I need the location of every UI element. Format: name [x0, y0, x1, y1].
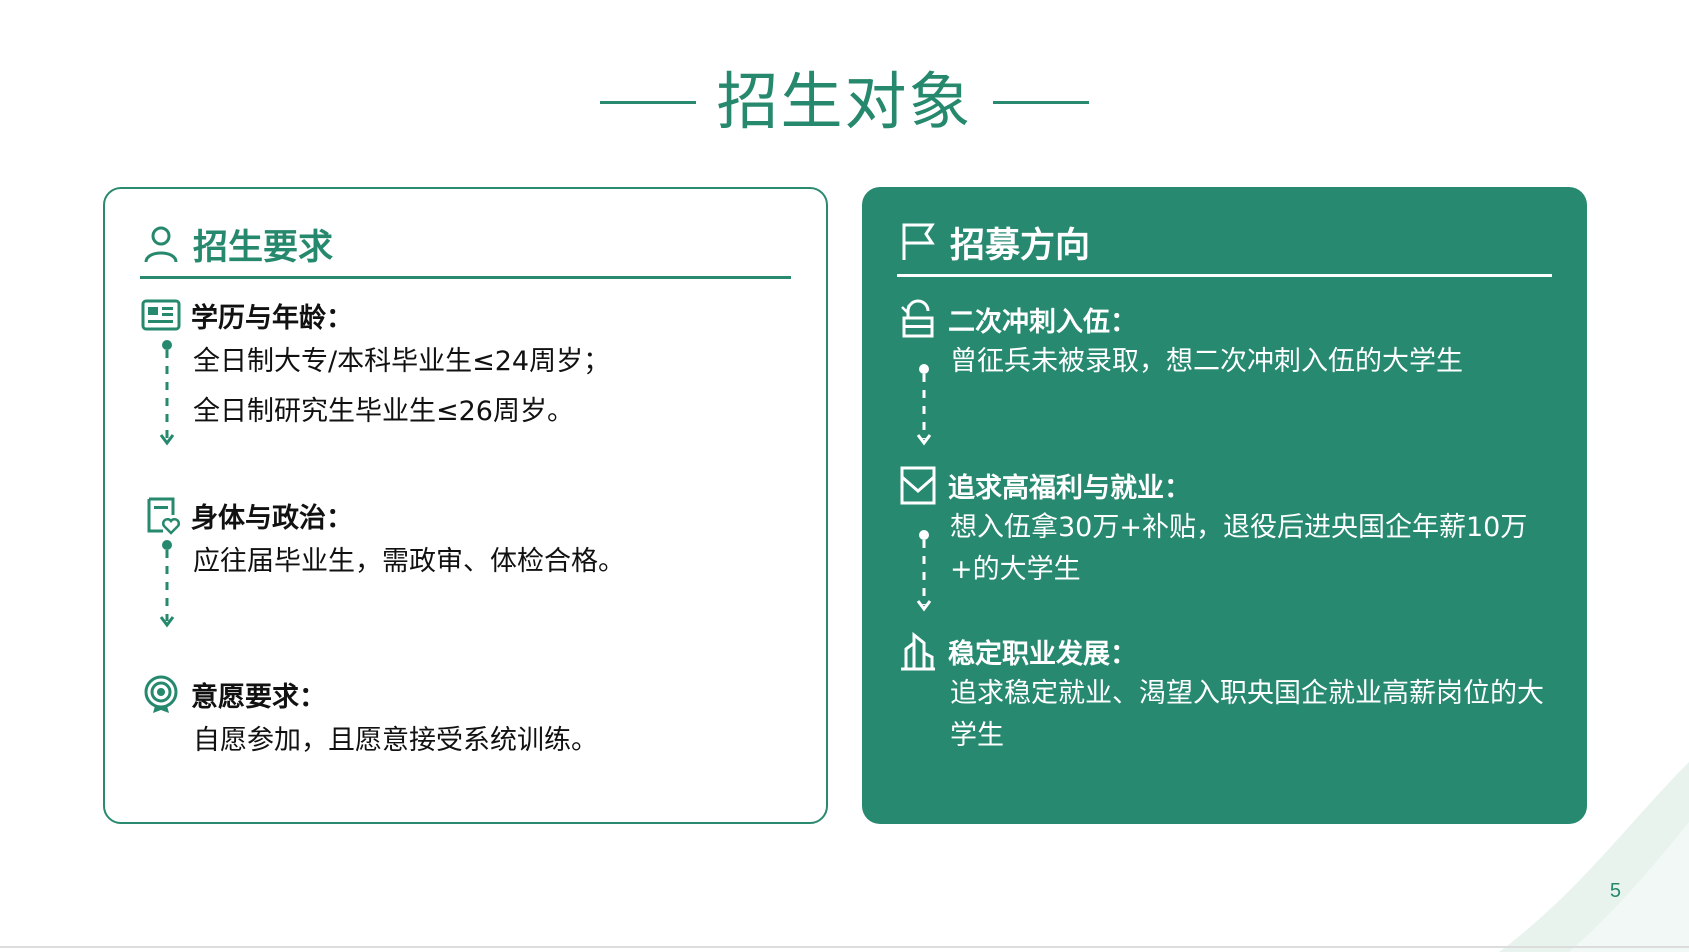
welfare-employment-line-1: 想入伍拿30万+补贴，退役后进央国企年薪10万+的大学生 — [950, 512, 1528, 585]
willingness-section: 意愿要求： 自愿参加，且愿意接受系统训练。 — [141, 672, 806, 766]
flag-icon — [898, 222, 938, 262]
page-bottom-rule — [0, 946, 1689, 948]
requirements-card-title: 招生要求 — [193, 227, 334, 268]
requirements-card: 招生要求 学历与年龄： 全日制大专/本科毕业生≤24周岁； 全日制研究生毕业生≤… — [103, 187, 828, 824]
page-number: 5 — [1609, 880, 1621, 902]
career-development-title: 稳定职业发展： — [948, 638, 1137, 670]
id-card-icon — [141, 295, 181, 335]
direction-card-header: 招募方向 — [898, 215, 1551, 269]
education-age-line-1: 全日制大专/本科毕业生≤24周岁； — [193, 346, 611, 377]
education-age-section: 学历与年龄： 全日制大专/本科毕业生≤24周岁； 全日制研究生毕业生≤26周岁。 — [141, 293, 806, 446]
health-politics-title: 身体与政治： — [191, 502, 353, 534]
direction-card-title: 招募方向 — [950, 225, 1091, 266]
unlock-icon — [898, 299, 938, 339]
second-attempt-line-1: 曾征兵未被录取，想二次冲刺入伍的大学生 — [950, 346, 1463, 377]
requirements-card-header: 招生要求 — [141, 217, 790, 271]
recruitment-direction-card: 招募方向 二次冲刺入伍： 曾征兵未被录取，想二次冲刺入伍的大学生 追求高福利与就… — [862, 187, 1587, 824]
health-check-icon — [141, 495, 181, 535]
dashed-arrow-connector — [916, 363, 932, 449]
direction-card-rule — [897, 274, 1552, 277]
requirements-card-rule — [140, 276, 791, 279]
dashed-arrow-connector — [159, 539, 175, 631]
person-icon — [141, 224, 181, 264]
second-attempt-section: 二次冲刺入伍： 曾征兵未被录取，想二次冲刺入伍的大学生 — [898, 297, 1567, 446]
dashed-arrow-connector — [159, 339, 175, 449]
willingness-line-1: 自愿参加，且愿意接受系统训练。 — [193, 725, 598, 756]
health-politics-section: 身体与政治： 应往届毕业生，需政审、体检合格。 — [141, 493, 806, 628]
title-left-rule — [600, 100, 697, 104]
welfare-employment-section: 追求高福利与就业： 想入伍拿30万+补贴，退役后进央国企年薪10万+的大学生 — [898, 463, 1567, 612]
second-attempt-title: 二次冲刺入伍： — [948, 306, 1137, 338]
welfare-employment-title: 追求高福利与就业： — [948, 472, 1191, 504]
decorative-swoosh — [1499, 762, 1689, 952]
dashed-arrow-connector — [916, 529, 932, 615]
willingness-title: 意愿要求： — [191, 681, 326, 713]
page-title: 招生对象 — [716, 65, 973, 138]
title-right-rule — [992, 100, 1089, 104]
page-title-group: 招生对象 — [0, 62, 1689, 142]
buildings-icon — [898, 631, 938, 671]
education-age-title: 学历与年龄： — [191, 302, 353, 334]
target-icon — [141, 674, 181, 714]
health-politics-line-1: 应往届毕业生，需政审、体检合格。 — [193, 546, 625, 577]
education-age-line-2: 全日制研究生毕业生≤26周岁。 — [193, 396, 574, 427]
envelope-icon — [898, 465, 938, 505]
